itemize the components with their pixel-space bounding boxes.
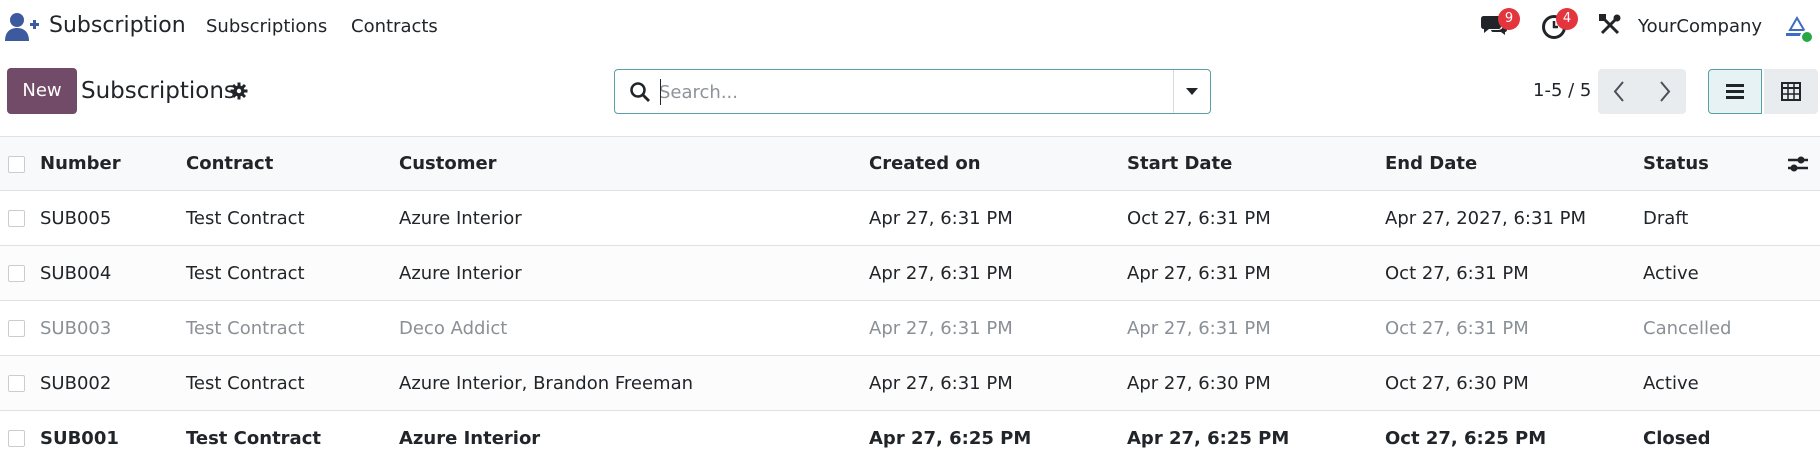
chevron-left-icon [1613, 81, 1624, 102]
cell-status: Active [1643, 355, 1786, 411]
menu-subscriptions[interactable]: Subscriptions [206, 16, 327, 37]
cell-spacer [1786, 190, 1820, 246]
cell-spacer [1786, 355, 1820, 411]
search-icon [630, 82, 650, 102]
cell-spacer [1786, 410, 1820, 462]
menu-contracts[interactable]: Contracts [351, 16, 438, 37]
cell-contract: Test Contract [186, 410, 399, 462]
table-row[interactable]: SUB002 Test Contract Azure Interior, Bra… [0, 355, 1820, 411]
table-row[interactable]: SUB005 Test Contract Azure Interior Apr … [0, 190, 1820, 246]
cell-number: SUB002 [40, 355, 186, 411]
cell-number: SUB003 [40, 300, 186, 356]
row-checkbox[interactable] [8, 375, 25, 392]
column-header-status[interactable]: Status [1643, 136, 1786, 191]
cell-contract: Test Contract [186, 355, 399, 411]
page-title: Subscriptions [81, 78, 236, 104]
column-header-start-date[interactable]: Start Date [1127, 136, 1385, 191]
table-header-row: Number Contract Customer Created on Star… [0, 136, 1820, 191]
list-view-icon [1726, 84, 1744, 99]
text-cursor [660, 79, 661, 105]
debug-tools-icon[interactable] [1599, 14, 1621, 36]
cell-customer: Azure Interior [399, 190, 869, 246]
row-select-cell [0, 190, 40, 246]
chevron-right-icon [1660, 81, 1671, 102]
cell-created-on: Apr 27, 6:31 PM [869, 190, 1127, 246]
app-name[interactable]: Subscription [49, 13, 186, 38]
cell-number: SUB004 [40, 245, 186, 301]
subscriptions-table: Number Contract Customer Created on Star… [0, 136, 1820, 462]
cell-number: SUB001 [40, 410, 186, 462]
cell-start-date: Apr 27, 6:31 PM [1127, 245, 1385, 301]
cell-start-date: Oct 27, 6:31 PM [1127, 190, 1385, 246]
cell-status: Active [1643, 245, 1786, 301]
cell-created-on: Apr 27, 6:31 PM [869, 245, 1127, 301]
cell-status: Draft [1643, 190, 1786, 246]
cell-end-date: Oct 27, 6:25 PM [1385, 410, 1643, 462]
cell-end-date: Oct 27, 6:30 PM [1385, 355, 1643, 411]
row-select-cell [0, 410, 40, 462]
cell-end-date: Oct 27, 6:31 PM [1385, 300, 1643, 356]
row-checkbox[interactable] [8, 265, 25, 282]
table-row[interactable]: SUB001 Test Contract Azure Interior Apr … [0, 410, 1820, 462]
column-header-customer[interactable]: Customer [399, 136, 869, 191]
cell-start-date: Apr 27, 6:31 PM [1127, 300, 1385, 356]
cell-spacer [1786, 245, 1820, 301]
row-checkbox[interactable] [8, 210, 25, 227]
new-button[interactable]: New [7, 68, 77, 114]
cell-contract: Test Contract [186, 300, 399, 356]
cell-customer: Deco Addict [399, 300, 869, 356]
column-header-created-on[interactable]: Created on [869, 136, 1127, 191]
cell-status: Closed [1643, 410, 1786, 462]
table-row[interactable]: SUB003 Test Contract Deco Addict Apr 27,… [0, 300, 1820, 356]
row-checkbox[interactable] [8, 430, 25, 447]
row-select-cell [0, 355, 40, 411]
cell-contract: Test Contract [186, 190, 399, 246]
pivot-view-button[interactable] [1764, 69, 1818, 114]
row-select-cell [0, 300, 40, 356]
cell-customer: Azure Interior [399, 245, 869, 301]
messages-badge: 9 [1498, 8, 1520, 30]
cell-customer: Azure Interior [399, 410, 869, 462]
top-navbar: Subscription Subscriptions Contracts 9 4… [0, 0, 1820, 52]
cell-start-date: Apr 27, 6:30 PM [1127, 355, 1385, 411]
column-header-number[interactable]: Number [40, 136, 186, 191]
cell-created-on: Apr 27, 6:31 PM [869, 355, 1127, 411]
column-settings-sliders-icon[interactable] [1786, 154, 1808, 174]
cell-start-date: Apr 27, 6:25 PM [1127, 410, 1385, 462]
caret-down-icon [1186, 88, 1198, 95]
online-status-dot [1800, 30, 1814, 44]
pager-previous-button[interactable] [1598, 69, 1642, 114]
cell-end-date: Oct 27, 6:31 PM [1385, 245, 1643, 301]
optional-columns-cell [1786, 136, 1820, 191]
cell-end-date: Apr 27, 2027, 6:31 PM [1385, 190, 1643, 246]
row-select-cell [0, 245, 40, 301]
search-input[interactable] [659, 79, 1159, 105]
gear-icon[interactable] [230, 82, 248, 100]
search-options-toggle[interactable] [1173, 70, 1211, 113]
column-header-contract[interactable]: Contract [186, 136, 399, 191]
table-row[interactable]: SUB004 Test Contract Azure Interior Apr … [0, 245, 1820, 301]
pager-value[interactable]: 1-5 / 5 [1533, 80, 1591, 101]
select-all-cell [0, 136, 40, 191]
cell-spacer [1786, 300, 1820, 356]
company-switcher[interactable]: YourCompany [1638, 16, 1762, 37]
cell-status: Cancelled [1643, 300, 1786, 356]
search-bar[interactable] [614, 69, 1211, 114]
cell-contract: Test Contract [186, 245, 399, 301]
table-grid-icon [1781, 82, 1801, 101]
column-header-end-date[interactable]: End Date [1385, 136, 1643, 191]
cell-number: SUB005 [40, 190, 186, 246]
cell-created-on: Apr 27, 6:25 PM [869, 410, 1127, 462]
cell-created-on: Apr 27, 6:31 PM [869, 300, 1127, 356]
pager-next-button[interactable] [1642, 69, 1686, 114]
cell-customer: Azure Interior, Brandon Freeman [399, 355, 869, 411]
subscription-app-icon[interactable] [4, 12, 40, 42]
select-all-checkbox[interactable] [8, 155, 25, 173]
row-checkbox[interactable] [8, 320, 25, 337]
activities-badge: 4 [1556, 8, 1578, 30]
list-view-button[interactable] [1708, 69, 1762, 114]
